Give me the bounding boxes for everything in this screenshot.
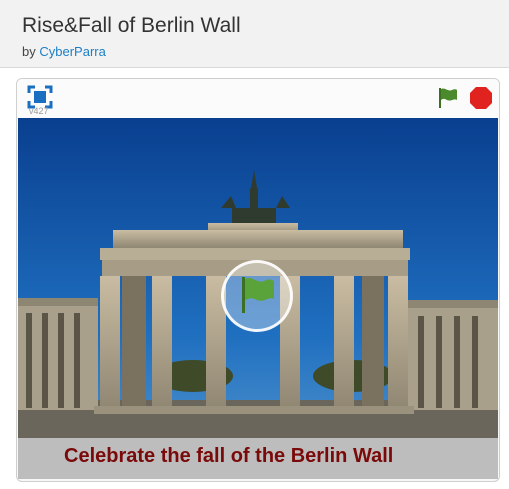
stop-button[interactable] [469,86,493,110]
green-flag-icon [439,88,457,108]
by-label: by [22,44,36,59]
stage-caption: Celebrate the fall of the Berlin Wall [64,445,394,467]
author-link[interactable]: CyberParra [39,44,105,59]
green-flag-icon [242,277,274,313]
green-flag-button[interactable] [436,86,460,110]
stop-icon [470,87,492,109]
project-header: Rise&Fall of Berlin Wall by CyberParra [0,0,509,68]
start-flag-overlay[interactable] [221,260,293,332]
version-label: v427 [29,106,49,116]
project-player: v427 Celebrate the fall of the Berlin Wa… [16,78,500,482]
project-title: Rise&Fall of Berlin Wall [22,14,241,37]
project-stage[interactable]: Celebrate the fall of the Berlin Wall [18,118,498,479]
project-byline: by CyberParra [22,44,106,59]
player-controls: v427 [17,79,499,118]
